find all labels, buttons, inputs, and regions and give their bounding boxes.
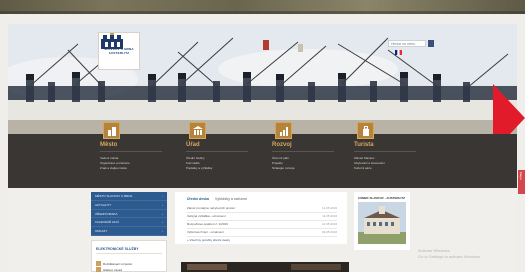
castle-photo — [358, 202, 406, 244]
chart-icon — [275, 122, 292, 139]
nav-title-urad[interactable]: Úřad — [186, 142, 200, 148]
hero-battle-image — [8, 24, 517, 134]
search-placeholder: Hledat na webu — [391, 42, 416, 46]
castle-title: ZÁMEK SLAVKOV - AUSTERLITZ — [358, 196, 405, 200]
nav-link[interactable]: Kulturní akce — [354, 166, 385, 171]
side-tab-label: Mapa — [519, 172, 523, 180]
notice-row[interactable]: Výběrové řízení - oznámení 09.05.2016 — [187, 229, 337, 237]
nav-title-rozvoj[interactable]: Rozvoj — [272, 142, 292, 148]
tab-decrees[interactable]: Vyhlášky a nařízení — [215, 197, 247, 201]
hero-banner: SLAVKOV U BRNA AUSTERLITZ Hledat na webu — [8, 24, 517, 134]
document-icon — [96, 267, 101, 272]
logo-text-line2: AUSTERLITZ — [108, 51, 130, 55]
section-menu-item[interactable]: AKTUALITY › — [91, 201, 167, 210]
activate-windows-watermark: Activate Windows Go to Settings to activ… — [418, 248, 482, 259]
notice-board: Úřední deska Vyhlášky a nařízení Záměr p… — [175, 192, 347, 244]
notice-row[interactable]: Rozpočtové opatření č. 2/2016 10.05.2016 — [187, 221, 337, 229]
e-services-box: ELEKTRONICKÉ SLUŽBY Rozklikávací rozpoče… — [91, 240, 167, 272]
top-photo-strip — [0, 0, 525, 14]
tab-official-board[interactable]: Úřední deska — [187, 197, 209, 201]
section-menu: MĚSTO SLAVKOV U BRNA › AKTUALITY › ÚŘEDNÍ … — [91, 192, 167, 236]
side-tab-map[interactable]: Mapa — [518, 170, 525, 194]
document-icon — [96, 261, 101, 266]
section-menu-item[interactable]: MĚSTO SLAVKOV U BRNA › — [91, 192, 167, 201]
e-services-title: ELEKTRONICKÉ SLUŽBY — [96, 247, 139, 251]
castle-crest-icon — [101, 33, 123, 49]
section-menu-item[interactable]: ODKAZY › — [91, 227, 167, 236]
section-menu-item[interactable]: ÚŘEDNÍ DESKA › — [91, 210, 167, 219]
notice-row[interactable]: Veřejná vyhláška - oznámení 11.05.2016 — [187, 213, 337, 221]
section-menu-item[interactable]: KALENDÁŘ AKCÍ › — [91, 218, 167, 228]
nav-link[interactable]: Poplatky a vyhlášky — [186, 166, 212, 171]
page: SLAVKOV U BRNA AUSTERLITZ Hledat na webu — [0, 0, 525, 272]
nav-link[interactable]: Znak a vlajka města — [100, 166, 130, 171]
office-icon — [189, 122, 206, 139]
nav-title-turista[interactable]: Turista — [354, 142, 374, 148]
main-navigation: Město Vedení města Organizace a instituc… — [8, 122, 517, 188]
search-icon[interactable] — [428, 40, 434, 47]
french-flag-icon[interactable] — [395, 50, 402, 55]
nav-title-mesto[interactable]: Město — [100, 142, 117, 148]
search-input[interactable]: Hledat na webu — [388, 40, 426, 47]
city-icon — [103, 122, 120, 139]
city-logo[interactable]: SLAVKOV U BRNA AUSTERLITZ — [98, 32, 140, 70]
all-notices-link[interactable]: » Všechny položky úřední desky — [187, 238, 230, 242]
castle-promo[interactable]: ZÁMEK SLAVKOV - AUSTERLITZ — [354, 192, 410, 250]
video-thumbnail[interactable] — [181, 262, 349, 272]
e-service-item[interactable]: Rozklikávací rozpočet — [96, 261, 132, 266]
nav-link[interactable]: Strategie rozvoje — [272, 166, 295, 171]
luggage-icon — [357, 122, 374, 139]
notice-row[interactable]: Záměr pronájmu nebytových prostor 12.05.2… — [187, 205, 337, 213]
e-service-item[interactable]: Hlášení závad — [96, 267, 122, 272]
